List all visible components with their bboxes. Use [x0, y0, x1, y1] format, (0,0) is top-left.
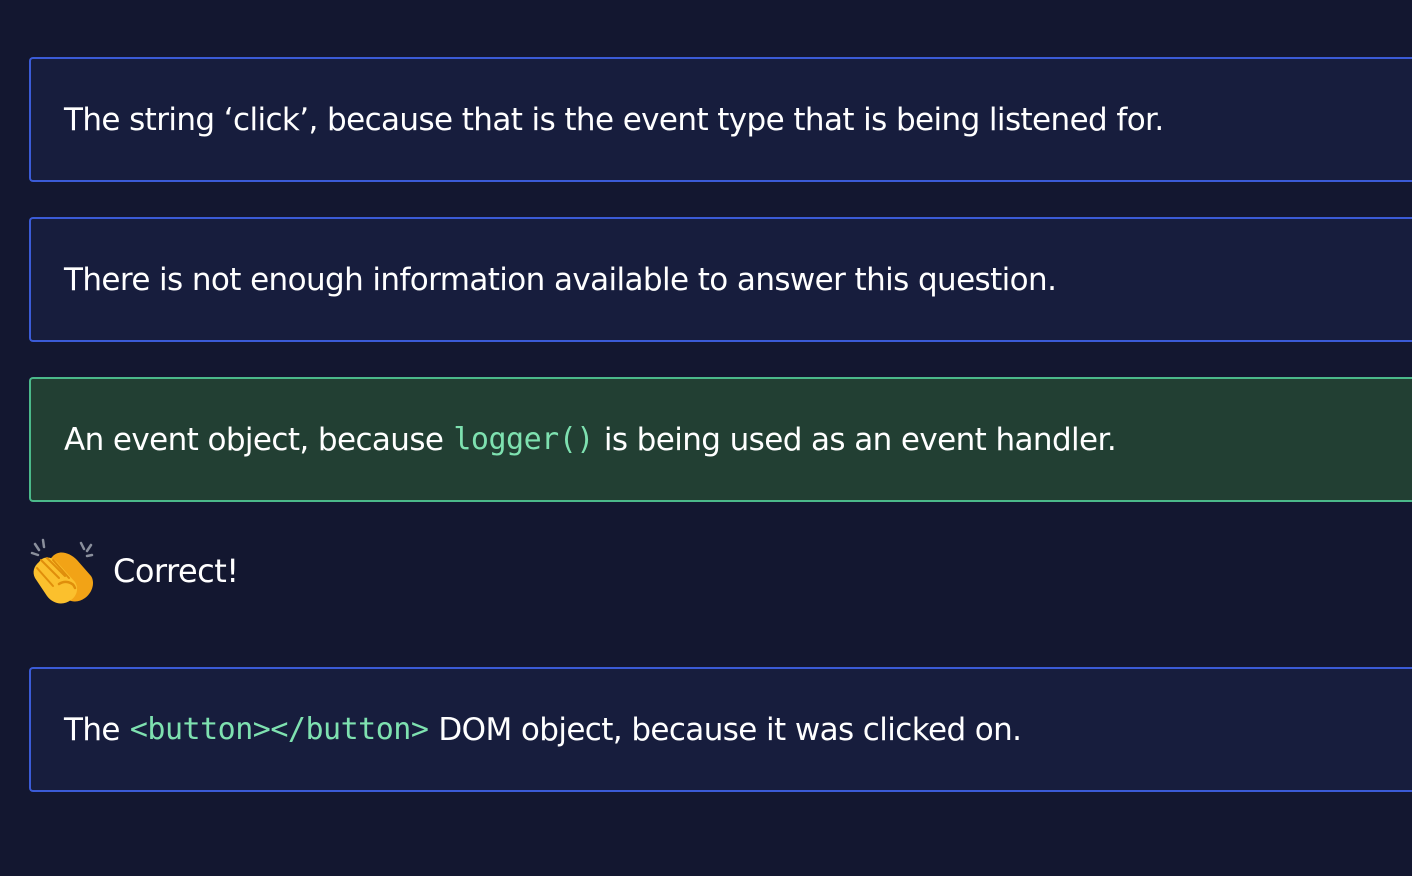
feedback-message: Correct! [29, 535, 239, 607]
clapping-hands-icon [30, 538, 94, 604]
answer-option-3-correct[interactable]: An event object, because logger() is bei… [29, 377, 1412, 502]
answer-option-3-text-before: An event object, because [64, 421, 444, 458]
answer-option-3-text: An event object, because logger() is bei… [64, 379, 1117, 500]
answer-option-2-text: There is not enough information availabl… [64, 261, 1057, 298]
answer-option-1-text: The string ‘click’, because that is the … [64, 101, 1164, 138]
answer-option-4-text-after: DOM object, because it was clicked on. [438, 711, 1022, 748]
answer-option-3-code: logger() [453, 422, 594, 457]
answer-option-4[interactable]: The <button></button> DOM object, becaus… [29, 667, 1412, 792]
answer-option-2[interactable]: There is not enough information availabl… [29, 217, 1412, 342]
answer-option-1[interactable]: The string ‘click’, because that is the … [29, 57, 1412, 182]
answer-option-4-text: The <button></button> DOM object, becaus… [64, 669, 1022, 790]
answer-option-4-text-before: The [64, 711, 120, 748]
answer-option-4-code: <button></button> [129, 712, 429, 747]
answer-option-3-text-after: is being used as an event handler. [603, 421, 1117, 458]
feedback-text: Correct! [113, 552, 239, 590]
